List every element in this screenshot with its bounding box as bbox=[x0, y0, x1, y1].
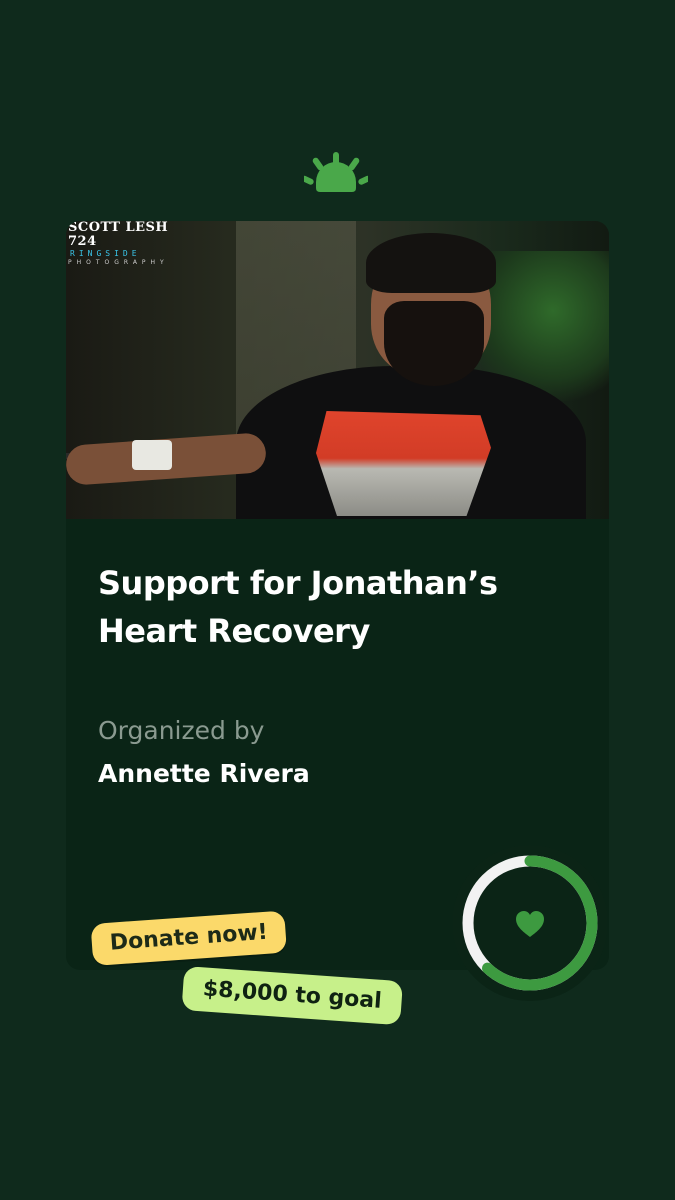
heart-icon bbox=[516, 911, 544, 937]
campaign-photo: SCOTT LESH 724 RINGSIDE PHOTOGRAPHY bbox=[66, 221, 609, 519]
watermark-line1: SCOTT LESH 724 bbox=[68, 221, 169, 249]
organized-by-label: Organized by bbox=[98, 716, 265, 745]
photo-watermark: SCOTT LESH 724 RINGSIDE PHOTOGRAPHY bbox=[66, 221, 196, 266]
organizer-name: Annette Rivera bbox=[98, 759, 310, 788]
goal-remaining-badge: $8,000 to goal bbox=[181, 966, 404, 1026]
gofundme-logo-icon bbox=[304, 152, 368, 192]
progress-ring bbox=[452, 845, 608, 1001]
campaign-title: Support for Jonathan’s Heart Recovery bbox=[98, 564, 498, 650]
watermark-line3: PHOTOGRAPHY bbox=[68, 259, 169, 266]
watermark-line2: RINGSIDE bbox=[70, 249, 141, 258]
